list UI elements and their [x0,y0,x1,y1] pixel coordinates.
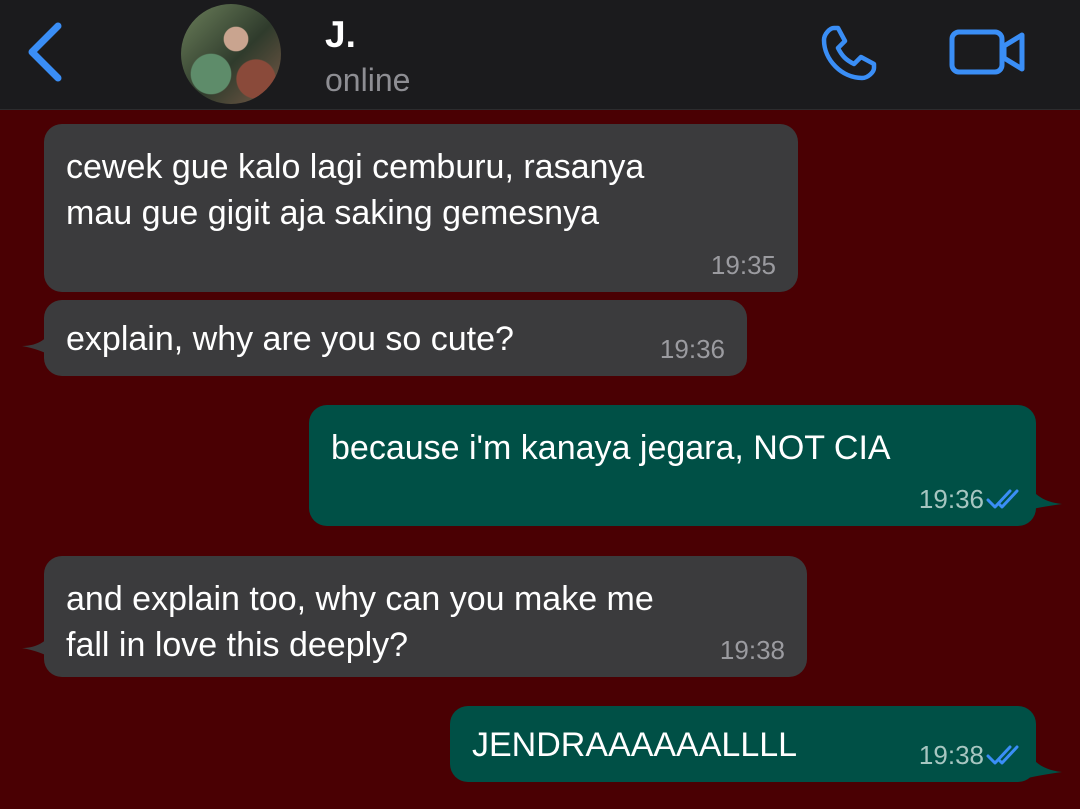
incoming-message[interactable]: cewek gue kalo lagi cemburu, rasanya mau… [44,124,798,292]
message-time: 19:38 [719,635,785,665]
message-text: and explain too, why can you make me fal… [66,580,654,664]
video-camera-icon[interactable] [948,26,1028,78]
contact-name[interactable]: J. [325,14,356,56]
outgoing-message[interactable]: JENDRAAAAAALLLL 19:38 [450,706,1036,782]
read-receipt-icon [986,489,1019,509]
read-receipt-icon [986,745,1019,765]
phone-icon[interactable] [816,22,880,86]
chat-header: J. online [0,0,1080,110]
back-chevron-icon[interactable] [22,20,68,84]
message-text: explain, why are you so cute? [66,320,514,358]
message-time: 19:35 [710,250,776,280]
message-time: 19:38 [918,740,984,770]
incoming-message[interactable]: explain, why are you so cute? 19:36 [44,300,747,376]
contact-status: online [325,62,411,98]
message-time: 19:36 [659,334,725,364]
incoming-message[interactable]: and explain too, why can you make me fal… [44,556,807,677]
message-text: cewek gue kalo lagi cemburu, rasanya mau… [66,148,645,232]
avatar[interactable] [181,4,281,104]
message-time: 19:36 [918,484,984,514]
message-text: because i'm kanaya jegara, NOT CIA [331,429,891,467]
outgoing-message[interactable]: because i'm kanaya jegara, NOT CIA 19:36 [309,405,1036,526]
